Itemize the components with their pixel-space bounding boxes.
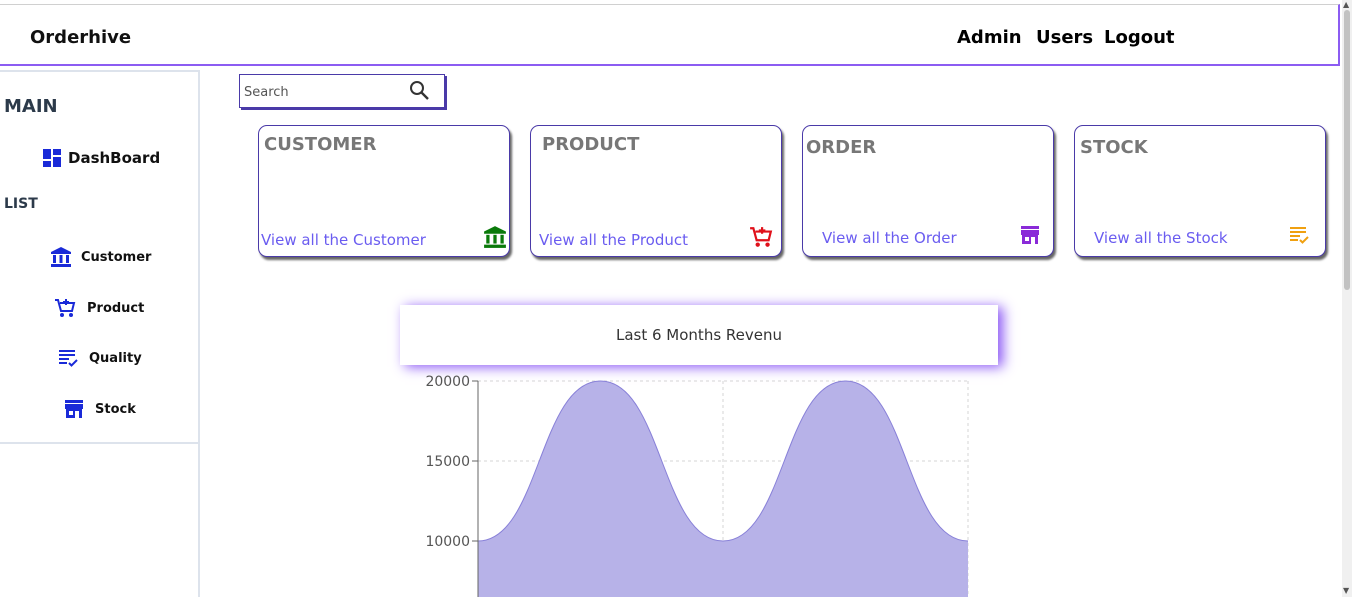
sidebar-item-label: Product [87,300,145,316]
store-icon [1021,226,1039,244]
cart-icon [55,299,76,317]
view-stock-link[interactable]: View all the Stock [1094,229,1228,247]
sidebar-item-dashboard[interactable]: DashBoard [42,148,160,168]
bank-icon [484,226,506,248]
card-title: STOCK [1080,137,1148,158]
cart-icon [750,227,773,247]
y-tick-label: 10000 [425,534,470,550]
sidebar-list-heading: LIST [4,196,38,212]
nav-logout-link[interactable]: Logout [1104,27,1175,48]
brand-logo[interactable]: Orderhive [30,27,131,48]
y-tick-label: 15000 [425,454,470,470]
bank-icon [51,247,71,267]
card-title: CUSTOMER [264,134,377,155]
search-input[interactable] [242,81,406,103]
view-order-link[interactable]: View all the Order [822,229,957,247]
chart-title-panel: Last 6 Months Revenu [400,305,998,365]
sidebar-divider [0,442,198,444]
sidebar-item-stock[interactable]: Stock [64,399,136,419]
stock-card[interactable]: STOCK View all the Stock [1074,125,1326,257]
sidebar-item-label: Quality [89,350,142,366]
order-card[interactable]: ORDER View all the Order [802,125,1054,257]
sidebar-item-customer[interactable]: Customer [50,246,151,268]
checklist-icon [1290,227,1309,244]
search-icon[interactable] [408,79,432,103]
search-box [239,74,445,108]
scroll-up-arrow-icon[interactable]: ▲ [1343,0,1349,9]
card-title: ORDER [806,137,877,158]
y-tick-label: 20000 [425,374,470,390]
view-customer-link[interactable]: View all the Customer [261,231,426,249]
sidebar: MAIN DashBoard LIST Customer Product Qua… [0,70,200,597]
sidebar-main-heading: MAIN [4,96,58,117]
card-title: PRODUCT [542,134,640,155]
sidebar-item-label: Stock [95,401,136,417]
sidebar-item-label: Customer [81,249,152,265]
customer-card[interactable]: CUSTOMER View all the Customer [258,125,510,257]
store-icon [65,400,83,418]
scroll-down-arrow-icon[interactable]: ▼ [1343,586,1349,595]
scroll-thumb[interactable] [1344,10,1350,290]
page-scrollbar[interactable]: ▲ ▼ [1342,0,1352,597]
sidebar-item-product[interactable]: Product [54,297,144,319]
chart-title: Last 6 Months Revenu [615,326,783,344]
revenue-area-chart: 10000 15000 20000 [425,374,969,597]
product-card[interactable]: PRODUCT View all the Product [530,125,782,257]
checklist-icon [59,350,78,367]
nav-users-link[interactable]: Users [1036,27,1093,48]
sidebar-item-quality[interactable]: Quality [58,348,142,368]
top-navbar: Orderhive Admin Users Logout [0,4,1340,66]
view-product-link[interactable]: View all the Product [539,231,688,249]
nav-admin-link[interactable]: Admin [957,27,1022,48]
sidebar-item-label: DashBoard [68,149,161,167]
dashboard-icon [43,149,61,167]
